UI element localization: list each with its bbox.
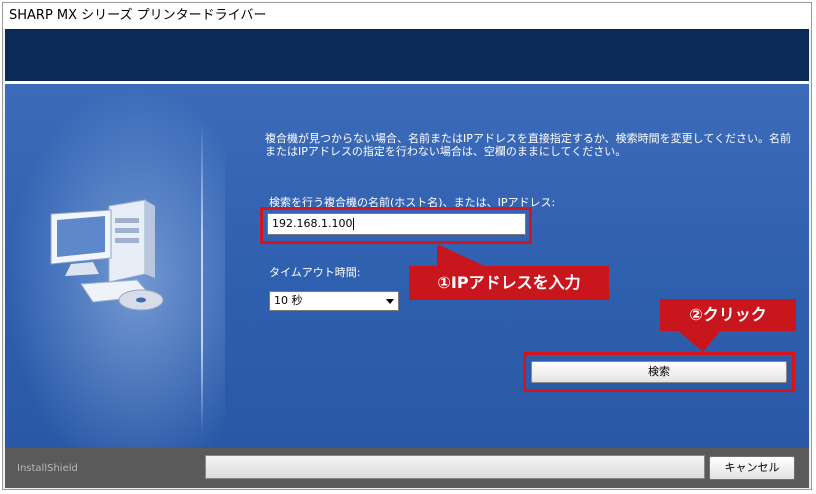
footer-divider-bar (205, 455, 705, 479)
timeout-select[interactable]: 10 秒 (269, 291, 399, 311)
callout-enter-ip: ①IPアドレスを入力 (409, 266, 609, 300)
cancel-button[interactable]: キャンセル (709, 456, 795, 480)
callout-pointer (677, 330, 721, 352)
panel-divider (201, 122, 203, 434)
ip-highlight-box (260, 207, 532, 244)
main-panel: 複合機が見つからない場合、名前またはIPアドレスを直接指定するか、検索時間を変更… (5, 84, 809, 448)
callout-click: ②クリック (660, 299, 796, 331)
footer-bar: InstallShield キャンセル (5, 448, 809, 488)
timeout-selected-value: 10 秒 (274, 294, 303, 307)
installshield-logo: InstallShield (17, 463, 78, 474)
callout-pointer (437, 244, 489, 268)
instruction-text: 複合機が見つからない場合、名前またはIPアドレスを直接指定するか、検索時間を変更… (265, 132, 791, 158)
computer-with-cd-icon (41, 196, 171, 329)
timeout-label: タイムアウト時間: (269, 266, 361, 279)
window-title: SHARP MX シリーズ プリンタードライバー (3, 3, 811, 29)
installer-window: SHARP MX シリーズ プリンタードライバー 複合機が見つからない場合、名前… (2, 2, 812, 490)
search-highlight-box (523, 352, 795, 392)
header-banner (5, 29, 809, 81)
chevron-down-icon (386, 299, 394, 304)
